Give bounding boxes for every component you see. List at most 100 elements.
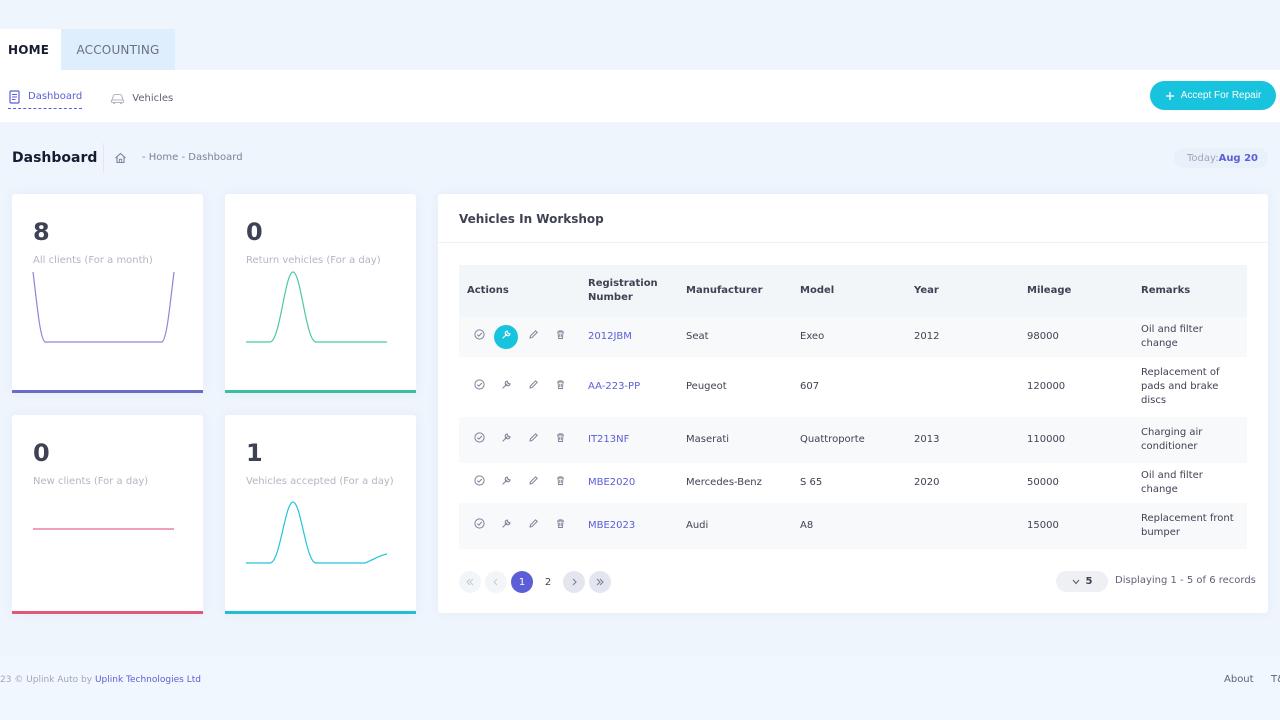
card-divider (438, 242, 1268, 243)
check-circle-icon (473, 432, 485, 448)
approve-button[interactable] (467, 325, 491, 349)
registration-link[interactable]: MBE2023 (588, 520, 635, 531)
stat-value: 8 (33, 218, 50, 246)
manufacturer-cell: Audi (678, 503, 792, 549)
footer: 23 © Uplink Auto by Uplink Technologies … (0, 657, 1280, 720)
wrench-icon (501, 475, 512, 491)
remarks-cell: Charging air conditioner (1133, 417, 1247, 463)
table-row: MBE2020 Mercedes-Benz S 65 2020 50000 Oil and… (459, 463, 1247, 503)
trash-icon (555, 518, 566, 534)
column-header[interactable]: Model (792, 265, 906, 317)
column-header[interactable]: Manufacturer (678, 265, 792, 317)
delete-button[interactable] (548, 325, 572, 349)
stat-card-vehicles-accepted: 1 Vehicles accepted (For a day) (225, 415, 416, 614)
copyright: 23 © Uplink Auto by Uplink Technologies … (0, 675, 201, 685)
page-button-1[interactable]: 1 (511, 571, 533, 593)
sparkline-chart (246, 271, 387, 343)
subnav-dashboard[interactable]: Dashboard (8, 87, 83, 109)
delete-button[interactable] (548, 471, 572, 495)
repair-button[interactable] (494, 325, 518, 349)
stat-accent-bar (12, 611, 203, 614)
breadcrumb: - Home - Dashboard (142, 152, 243, 163)
pencil-icon (528, 518, 539, 534)
trash-icon (555, 432, 566, 448)
column-header[interactable]: Mileage (1019, 265, 1133, 317)
wrench-icon (501, 329, 512, 345)
page-size-select[interactable]: 5 (1056, 571, 1108, 592)
stat-accent-bar (225, 390, 416, 393)
prev-page-button[interactable] (485, 571, 507, 593)
registration-cell: AA-223-PP (580, 357, 678, 417)
title-divider (103, 143, 104, 173)
registration-cell: IT213NF (580, 417, 678, 463)
approve-button[interactable] (467, 428, 491, 452)
column-header[interactable]: Registration Number (580, 265, 678, 317)
accept-for-repair-button[interactable]: Accept For Repair (1150, 81, 1276, 110)
column-header[interactable]: Year (906, 265, 1019, 317)
delete-button[interactable] (548, 375, 572, 399)
registration-cell: MBE2020 (580, 463, 678, 503)
repair-button[interactable] (494, 471, 518, 495)
mileage-cell: 15000 (1019, 503, 1133, 549)
page-size-value: 5 (1085, 576, 1093, 587)
home-icon[interactable] (114, 152, 127, 164)
row-actions (467, 375, 572, 399)
last-page-button[interactable] (589, 571, 611, 593)
actions-cell (459, 503, 580, 549)
about-link[interactable]: About (1224, 674, 1254, 685)
stat-value: 0 (33, 439, 50, 467)
sparkline-chart (32, 271, 175, 343)
edit-button[interactable] (521, 375, 545, 399)
stat-accent-bar (225, 611, 416, 614)
mileage-cell: 98000 (1019, 317, 1133, 357)
edit-button[interactable] (521, 428, 545, 452)
repair-button[interactable] (494, 428, 518, 452)
edit-button[interactable] (521, 471, 545, 495)
next-page-button[interactable] (563, 571, 585, 593)
approve-button[interactable] (467, 471, 491, 495)
car-icon (111, 93, 125, 105)
records-info: Displaying 1 - 5 of 6 records (1115, 575, 1256, 586)
company-link[interactable]: Uplink Technologies Ltd (95, 675, 201, 685)
pencil-icon (528, 432, 539, 448)
tab-accounting[interactable]: ACCOUNTING (61, 29, 175, 70)
table-row: IT213NF Maserati Quattroporte 2013 110000 Cha… (459, 417, 1247, 463)
repair-button[interactable] (494, 514, 518, 538)
approve-button[interactable] (467, 514, 491, 538)
table-header-row: Actions Registration Number Manufacturer… (459, 265, 1247, 317)
trash-icon (555, 329, 566, 345)
first-page-button[interactable] (459, 571, 481, 593)
registration-link[interactable]: AA-223-PP (588, 381, 640, 392)
remarks-cell: Oil and filter change (1133, 317, 1247, 357)
pencil-icon (528, 379, 539, 395)
remarks-cell: Replacement of pads and brake discs (1141, 367, 1220, 406)
repair-button[interactable] (494, 375, 518, 399)
registration-link[interactable]: MBE2020 (588, 477, 635, 488)
chevron-right-icon (572, 578, 577, 586)
wrench-icon (501, 518, 512, 534)
registration-link[interactable]: IT213NF (588, 434, 629, 445)
workshop-table: Actions Registration Number Manufacturer… (459, 265, 1247, 549)
check-circle-icon (473, 379, 485, 395)
model-cell: Quattroporte (792, 417, 906, 463)
subnav-vehicles[interactable]: Vehicles (110, 87, 173, 109)
delete-button[interactable] (548, 428, 572, 452)
top-tabs: HOME ACCOUNTING (0, 29, 175, 70)
registration-link[interactable]: 2012JBM (588, 331, 632, 342)
chevron-down-icon (1072, 579, 1079, 584)
stat-value: 1 (246, 439, 263, 467)
approve-button[interactable] (467, 375, 491, 399)
registration-cell: 2012JBM (580, 317, 678, 357)
edit-button[interactable] (521, 325, 545, 349)
mileage-cell: 120000 (1027, 381, 1066, 392)
delete-button[interactable] (548, 514, 572, 538)
column-header[interactable]: Remarks (1133, 265, 1247, 317)
wrench-icon (501, 379, 512, 395)
page-button-2[interactable]: 2 (537, 571, 559, 593)
terms-link[interactable]: T& (1271, 674, 1280, 685)
column-header: Actions (459, 265, 580, 317)
card-title: Vehicles In Workshop (459, 212, 604, 226)
check-circle-icon (473, 475, 485, 491)
edit-button[interactable] (521, 514, 545, 538)
tab-home[interactable]: HOME (0, 29, 61, 70)
